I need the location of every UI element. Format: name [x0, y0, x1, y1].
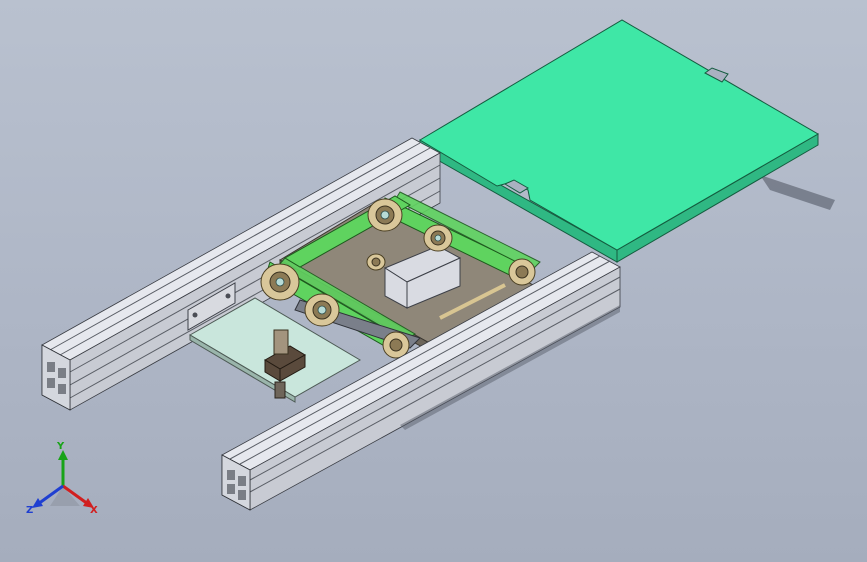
- pulley-rear-left[interactable]: [367, 198, 403, 232]
- conveyor-assembly-model[interactable]: [0, 0, 867, 562]
- pulley-rear-mid[interactable]: [423, 224, 453, 252]
- orientation-triad[interactable]: Y X Z: [20, 442, 110, 526]
- triad-label-z: Z: [26, 505, 34, 516]
- pulley-center-small[interactable]: [366, 253, 386, 271]
- triad-label-y: Y: [57, 441, 65, 452]
- triad-axis-y-icon: [58, 450, 68, 486]
- plate-shadow: [760, 175, 835, 210]
- pulley-front-mid[interactable]: [304, 293, 340, 327]
- bracket-hole: [225, 293, 231, 299]
- bracket-hole: [192, 312, 198, 318]
- pulley-rear-right[interactable]: [508, 258, 536, 286]
- pulley-front-left[interactable]: [260, 263, 300, 301]
- top-plate[interactable]: [419, 19, 819, 263]
- triad-label-x: X: [90, 505, 98, 516]
- cad-viewport[interactable]: Y X Z: [0, 0, 867, 562]
